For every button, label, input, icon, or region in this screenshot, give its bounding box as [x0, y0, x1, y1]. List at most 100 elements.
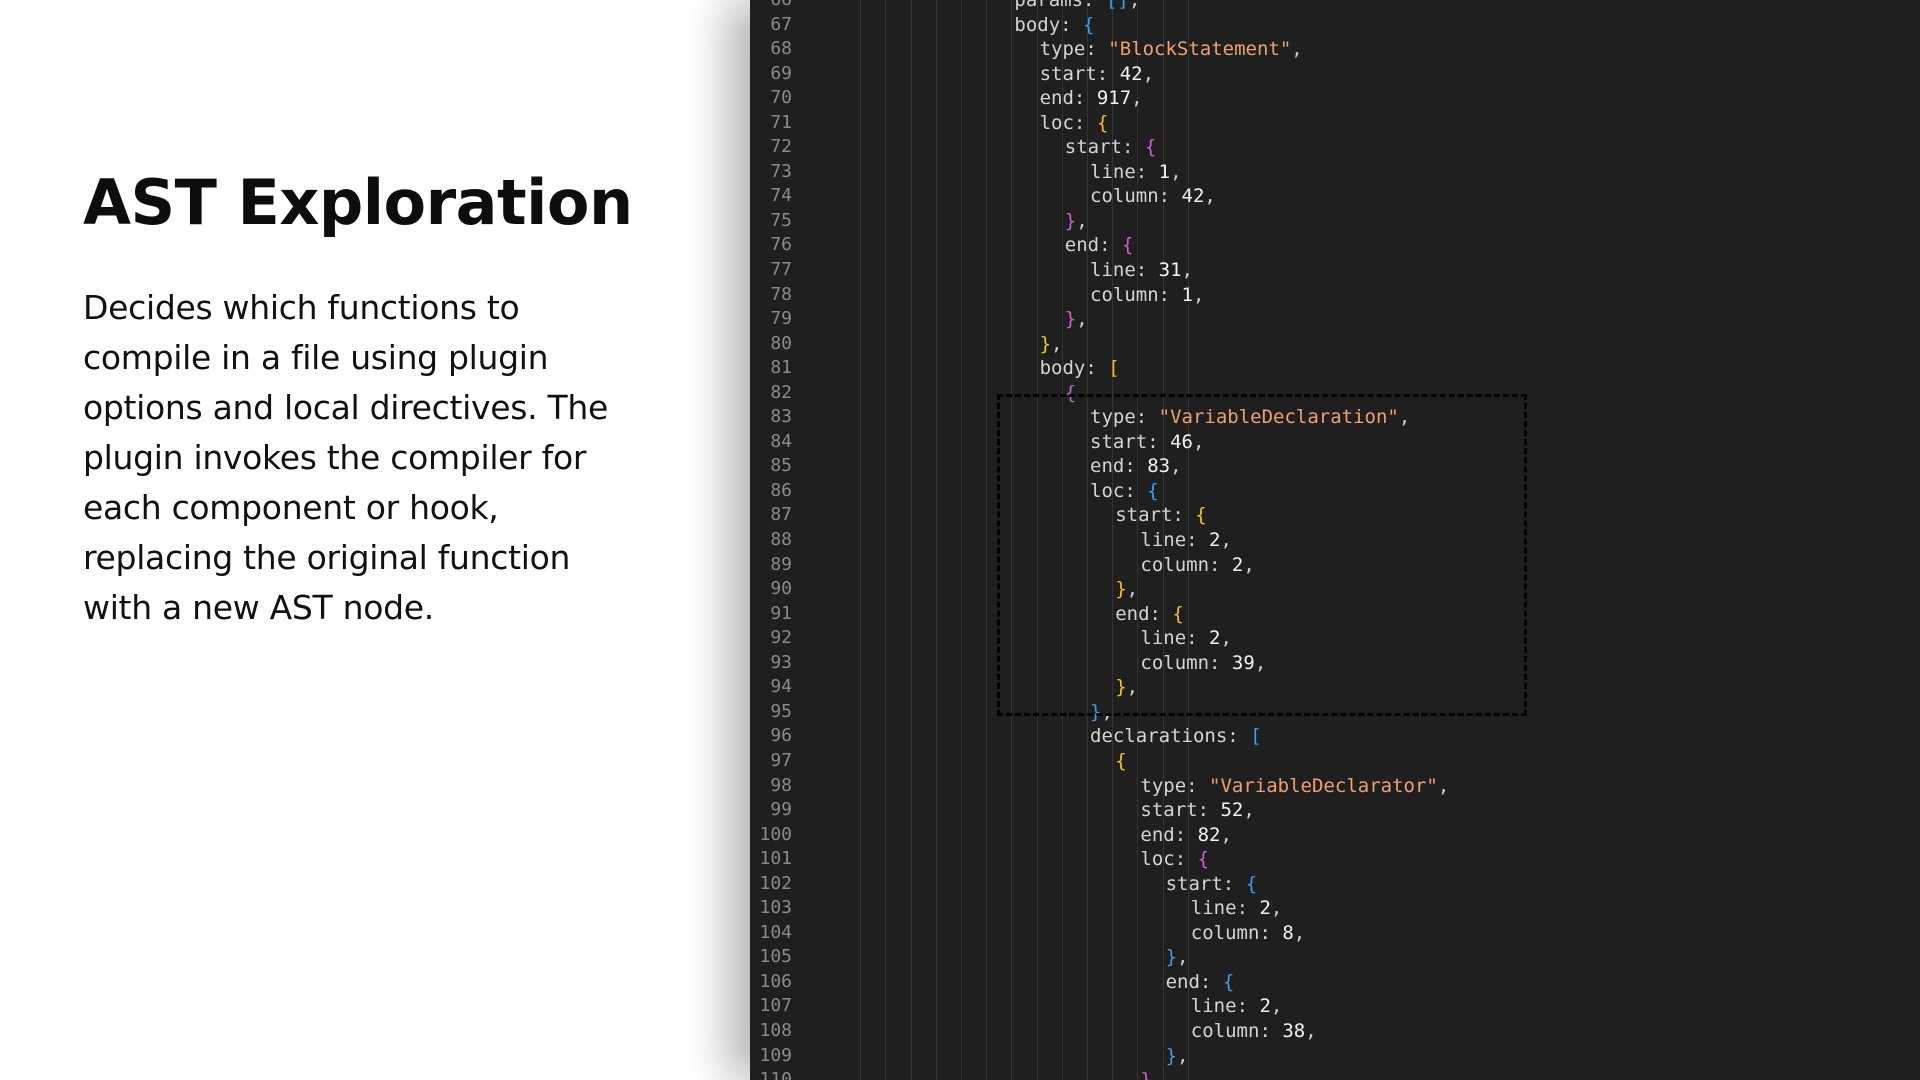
line-number: 91 — [770, 602, 792, 624]
code-bracket: } — [1165, 1044, 1178, 1067]
code-line: 106 end: { — [750, 970, 1920, 995]
code-key: params — [1014, 0, 1084, 11]
code-text: start: 42, — [1040, 62, 1154, 87]
code-bracket: } — [1115, 676, 1127, 699]
code-text: end: { — [1166, 970, 1235, 995]
code-colon: : — [1085, 357, 1109, 380]
code-comma: , — [1126, 578, 1139, 601]
code-line: 98 type: "VariableDeclarator", — [750, 774, 1920, 799]
code-key: end — [1115, 602, 1150, 625]
code-key: column — [1090, 283, 1159, 306]
code-number: 2 — [1209, 529, 1221, 552]
code-key: start — [1039, 62, 1097, 85]
code-bracket: } — [1064, 308, 1077, 331]
code-number: 38 — [1282, 1019, 1306, 1042]
line-number: 79 — [770, 308, 792, 330]
code-comma: , — [1437, 774, 1450, 797]
code-line: 110}, — [750, 1068, 1920, 1080]
code-line: 69 start: 42, — [750, 62, 1920, 87]
code-key: column — [1190, 1019, 1260, 1042]
code-editor[interactable]: 66params: [],67body: {68type: "BlockStat… — [750, 0, 1920, 1080]
code-line: 104 column: 8, — [750, 921, 1920, 946]
code-comma: , — [1177, 1044, 1189, 1067]
code-number: 31 — [1158, 259, 1182, 282]
code-line: 73 line: 1, — [750, 160, 1920, 185]
line-number: 68 — [770, 38, 792, 60]
line-number: 99 — [770, 799, 792, 821]
line-number: 102 — [759, 872, 792, 894]
code-comma: , — [1126, 676, 1139, 699]
code-bracket: { — [1195, 504, 1207, 527]
code-comma: , — [1220, 823, 1232, 846]
line-number: 92 — [770, 627, 792, 649]
code-bracket: { — [1083, 13, 1095, 36]
code-bracket: } — [1039, 332, 1052, 355]
code-string: "VariableDeclarator" — [1209, 774, 1438, 797]
code-text: column: 42, — [1090, 184, 1216, 209]
code-line: 72 start: { — [750, 135, 1920, 160]
line-number: 110 — [759, 1069, 792, 1080]
code-string: "BlockStatement" — [1108, 38, 1292, 61]
code-key: column — [1190, 921, 1260, 944]
code-line: 93 column: 39, — [750, 651, 1920, 676]
code-colon: : — [1096, 62, 1120, 85]
code-text: line: 1, — [1090, 160, 1182, 185]
line-number: 98 — [770, 774, 792, 796]
code-bracket: { — [1172, 602, 1184, 625]
line-number: 93 — [770, 651, 792, 673]
code-text: loc: { — [1090, 479, 1159, 504]
line-number: 74 — [770, 185, 792, 207]
slide-title: AST Exploration — [83, 166, 633, 239]
code-colon: : — [1124, 479, 1148, 502]
code-colon: : — [1147, 430, 1171, 453]
code-colon: : — [1149, 602, 1173, 625]
code-key: start — [1064, 136, 1122, 159]
line-number: 76 — [770, 234, 792, 256]
code-line: 81 body: [ — [750, 356, 1920, 381]
line-number: 103 — [759, 897, 792, 919]
code-line: 87 start: { — [750, 503, 1920, 528]
code-text: loc: { — [1040, 111, 1109, 136]
code-text: { — [1115, 749, 1126, 774]
code-key: type — [1039, 38, 1086, 61]
code-number: 39 — [1231, 651, 1255, 674]
code-line: 71 loc: { — [750, 111, 1920, 136]
code-bracket: [ — [1108, 357, 1120, 380]
code-comma: , — [1254, 651, 1267, 674]
code-colon: : — [1199, 970, 1223, 993]
code-comma: , — [1270, 995, 1283, 1018]
line-number: 104 — [759, 921, 792, 943]
line-number: 84 — [770, 430, 792, 452]
code-text: start: 46, — [1090, 430, 1204, 455]
code-colon: : — [1236, 897, 1260, 920]
code-comma: , — [1398, 406, 1411, 429]
code-key: loc — [1090, 479, 1125, 502]
code-comma: , — [1177, 946, 1189, 969]
code-colon: : — [1197, 799, 1221, 822]
code-line: 85 end: 83, — [750, 454, 1920, 479]
code-bracket: [ — [1250, 725, 1262, 748]
code-text: }, — [1090, 700, 1113, 725]
code-text: type: "BlockStatement", — [1040, 37, 1303, 62]
code-colon: : — [1073, 111, 1097, 134]
code-line: 97 { — [750, 749, 1920, 774]
code-bracket: { — [1115, 749, 1127, 772]
code-key: line — [1140, 627, 1187, 650]
code-number: 2 — [1231, 553, 1244, 576]
line-number: 95 — [770, 700, 792, 722]
code-colon: : — [1083, 0, 1106, 11]
code-line: 66 params: [], — [750, 0, 1920, 13]
code-comma: , — [1270, 897, 1283, 920]
code-key: line — [1190, 995, 1237, 1018]
code-key: declarations — [1090, 725, 1228, 748]
code-comma: , — [1128, 0, 1141, 11]
text-panel: AST Exploration Decides which functions … — [0, 0, 750, 1080]
code-number: 1 — [1158, 160, 1171, 183]
code-lines: 66params: [],67body: {68type: "BlockStat… — [750, 0, 1920, 1080]
line-number: 96 — [770, 725, 792, 747]
code-line: 82 { — [750, 381, 1920, 406]
code-bracket: { — [1096, 111, 1109, 134]
code-comma: , — [1181, 259, 1193, 282]
code-key: column — [1090, 185, 1159, 208]
code-text: start: { — [1115, 503, 1207, 528]
